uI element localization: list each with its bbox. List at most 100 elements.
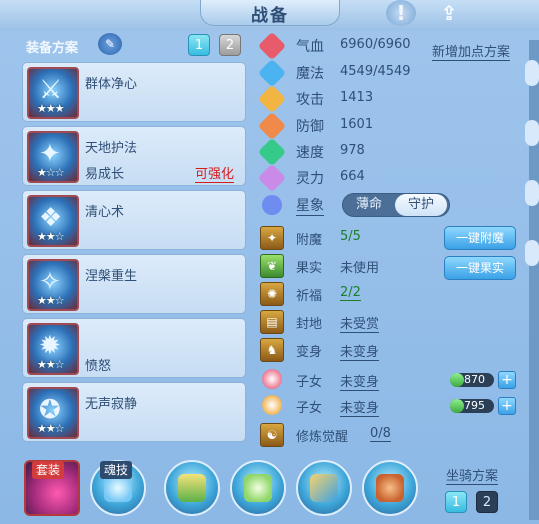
skill-stars: ★★☆ <box>37 358 65 371</box>
stat-row-attack: 攻击 1413 <box>257 84 528 114</box>
skill-portrait: ✹ ★★☆ <box>27 323 79 375</box>
wind-icon <box>310 474 338 502</box>
skill-name: 群体净心 <box>85 77 138 92</box>
silence-icon: ✪ <box>39 395 61 425</box>
sword-icon: ⚔ <box>39 75 63 105</box>
item-value[interactable]: 未变身 <box>340 371 380 391</box>
shield-slot[interactable] <box>164 460 220 516</box>
item-label: 修炼觉醒 <box>296 430 349 445</box>
item-label: 附魔 <box>296 233 323 248</box>
guardian-icon: ✦ <box>39 139 61 169</box>
item-value: 未使用 <box>340 261 380 276</box>
monk-slot[interactable] <box>362 460 418 516</box>
item-label: 封地 <box>296 317 323 332</box>
suit-tag: 套装 <box>32 461 65 479</box>
skill-name: 涅槃重生 <box>85 269 138 284</box>
skill-card[interactable]: ✦ ★☆☆ 天地护法 易成长 可强化 <box>22 126 246 186</box>
one-click-enchant-button[interactable]: 一键附魔 <box>444 226 516 250</box>
stat-value: 6960/6960 <box>340 37 411 52</box>
skill-portrait: ✧ ★★☆ <box>27 259 79 311</box>
new-plan-link[interactable]: 新增加点方案 <box>432 41 511 61</box>
skill-stars: ★★☆ <box>37 422 65 435</box>
skill-subtitle: 易成长 <box>85 167 125 182</box>
skill-stars: ★★☆ <box>37 230 65 243</box>
monk-icon <box>376 474 404 502</box>
star-sign-label[interactable]: 星象 <box>296 195 324 216</box>
star-option-bomin[interactable]: 薄命 <box>343 194 395 216</box>
mount-plan-label[interactable]: 坐骑方案 <box>446 465 499 485</box>
enchant-icon: ✦ <box>260 226 284 250</box>
item-row-child-2: 子女 未变身 795 + <box>258 394 528 418</box>
skill-portrait: ✦ ★☆☆ <box>27 131 79 183</box>
stat-row-spirit: 灵力 664 <box>257 163 528 193</box>
child-add-button[interactable]: + <box>498 371 516 389</box>
stat-label: 气血 <box>296 39 324 55</box>
skill-portrait: ✪ ★★☆ <box>27 387 79 439</box>
stat-value: 978 <box>340 143 365 158</box>
item-row-child-1: 子女 未变身 870 + <box>258 368 528 392</box>
item-value[interactable]: 2/2 <box>340 285 361 301</box>
mount-plan-2-button[interactable]: 2 <box>476 491 498 513</box>
bar-fill <box>450 399 464 413</box>
attack-icon <box>257 84 287 114</box>
stat-row-defense: 防御 1601 <box>257 111 528 141</box>
rage-icon: ✹ <box>39 331 61 361</box>
skill-card[interactable]: ⚔ ★★★ 群体净心 <box>22 62 246 122</box>
page-title: 战备 <box>251 6 289 26</box>
rebirth-icon: ✧ <box>39 267 61 297</box>
edit-icon[interactable]: ✎ <box>98 33 122 55</box>
stat-value: 1413 <box>340 90 374 105</box>
item-row-fruit: ❦ 果实 未使用 一键果实 <box>258 254 528 280</box>
right-edge-tabs <box>525 40 539 520</box>
fief-icon: ▤ <box>260 310 284 334</box>
plan-1-button[interactable]: 1 <box>188 34 210 56</box>
skill-name: 清心术 <box>85 205 125 220</box>
stat-label: 魔法 <box>296 66 324 82</box>
stat-label: 速度 <box>296 145 324 161</box>
mount-plan-1-button[interactable]: 1 <box>445 491 467 513</box>
skill-list: ⚔ ★★★ 群体净心 ✦ ★☆☆ 天地护法 易成长 可强化 ❖ ★★☆ 清心术 ✧ ★★… <box>22 62 246 442</box>
share-icon[interactable]: ⇪ <box>434 0 464 26</box>
star-sign-toggle[interactable]: 薄命 守护 <box>342 193 450 217</box>
mana-icon <box>257 58 287 88</box>
equipment-panel: 战备 ! ⇪ 装备方案 ✎ 1 2 ⚔ ★★★ 群体净心 ✦ ★☆☆ 天地护法 易成… <box>0 0 539 524</box>
wind-slot[interactable] <box>296 460 352 516</box>
skill-name: 天地护法 <box>85 141 138 156</box>
child-add-button[interactable]: + <box>498 397 516 415</box>
lotus-slot[interactable] <box>230 460 286 516</box>
item-value[interactable]: 未受赏 <box>340 313 380 333</box>
item-row-enchant: ✦ 附魔 5/5 一键附魔 <box>258 226 528 250</box>
item-label: 果实 <box>296 261 323 276</box>
speed-icon <box>257 137 287 167</box>
item-value[interactable]: 未变身 <box>340 341 380 361</box>
stat-label: 灵力 <box>296 171 324 187</box>
item-row-fief: ▤ 封地 未受赏 <box>258 310 528 334</box>
skill-card[interactable]: ✹ ★★☆ 愤怒 <box>22 318 246 378</box>
item-value[interactable]: 未变身 <box>340 397 380 417</box>
enhance-link[interactable]: 可强化 <box>195 163 235 183</box>
skill-stars: ★★★ <box>37 102 65 115</box>
bar-value: 870 <box>464 373 485 386</box>
skill-card[interactable]: ✧ ★★☆ 涅槃重生 <box>22 254 246 314</box>
item-label: 祈福 <box>296 289 323 304</box>
defense-icon <box>257 111 287 141</box>
transform-icon: ♞ <box>260 338 284 362</box>
item-value[interactable]: 0/8 <box>370 426 391 442</box>
skill-portrait: ❖ ★★☆ <box>27 195 79 247</box>
skill-portrait: ⚔ ★★★ <box>27 67 79 119</box>
bottom-bar: 套装 魂技 坐骑方案 1 2 <box>0 452 539 524</box>
one-click-fruit-button[interactable]: 一键果实 <box>444 256 516 280</box>
item-row-blessing: ✺ 祈福 2/2 <box>258 282 528 306</box>
skill-card[interactable]: ❖ ★★☆ 清心术 <box>22 190 246 250</box>
alert-icon[interactable]: ! <box>386 0 416 26</box>
skill-card[interactable]: ✪ ★★☆ 无声寂静 <box>22 382 246 442</box>
stat-label: 防御 <box>296 119 324 135</box>
skill-stars: ★☆☆ <box>37 166 65 179</box>
heart-icon <box>257 31 287 61</box>
stat-row-hp: 气血 6960/6960 新增加点方案 <box>257 31 528 61</box>
stat-label: 攻击 <box>296 92 324 108</box>
star-sign-icon <box>262 195 282 215</box>
fruit-icon: ❦ <box>260 254 284 278</box>
plan-2-button[interactable]: 2 <box>219 34 241 56</box>
star-option-shouhu[interactable]: 守护 <box>395 194 447 216</box>
